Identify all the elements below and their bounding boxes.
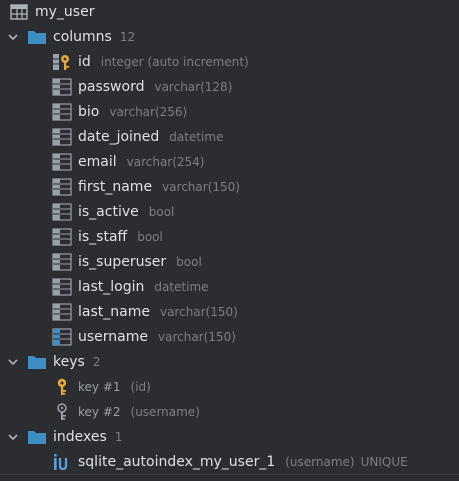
- column-name: bio: [78, 103, 100, 120]
- column-row-last-login[interactable]: last_login datetime: [0, 274, 459, 299]
- columns-group-node[interactable]: columns 12: [0, 24, 459, 49]
- column-type: bool: [176, 254, 202, 269]
- column-row-is-superuser[interactable]: is_superuser bool: [0, 249, 459, 274]
- column-type: varchar(254): [126, 154, 205, 169]
- unique-key-icon: [52, 402, 72, 421]
- folder-icon: [27, 28, 47, 46]
- column-icon: [52, 177, 72, 196]
- column-icon: [52, 77, 72, 96]
- keys-group-label: keys: [53, 353, 85, 370]
- column-type: varchar(128): [154, 79, 233, 94]
- indexed-column-icon: [52, 327, 72, 346]
- column-icon: [52, 302, 72, 321]
- column-icon: [52, 227, 72, 246]
- key-columns: (id): [130, 379, 151, 394]
- column-row-is-active[interactable]: is_active bool: [0, 199, 459, 224]
- column-name: first_name: [78, 178, 153, 195]
- chevron-down-icon[interactable]: [7, 356, 19, 368]
- folder-icon: [27, 428, 47, 446]
- key-name: key #2: [78, 404, 121, 419]
- column-row-first-name[interactable]: first_name varchar(150): [0, 174, 459, 199]
- column-name: username: [78, 328, 148, 345]
- table-icon: [9, 3, 29, 21]
- column-type: varchar(256): [109, 104, 188, 119]
- indexes-group-label: indexes: [53, 428, 107, 445]
- column-type: integer (auto increment): [100, 54, 249, 69]
- key-columns: (username): [130, 404, 200, 419]
- unique-index-icon: [52, 453, 72, 471]
- column-type: varchar(150): [162, 179, 240, 194]
- column-row-date-joined[interactable]: date_joined datetime: [0, 124, 459, 149]
- table-node-my-user[interactable]: my_user: [0, 0, 459, 24]
- column-icon: [52, 127, 72, 146]
- column-icon: [52, 152, 72, 171]
- column-row-bio[interactable]: bio varchar(256): [0, 99, 459, 124]
- column-name: email: [78, 153, 117, 170]
- column-name: date_joined: [78, 128, 160, 145]
- keys-count: 2: [92, 354, 101, 369]
- column-icon: [52, 277, 72, 296]
- column-type: datetime: [154, 279, 209, 294]
- key-row[interactable]: key #2 (username): [0, 399, 459, 424]
- column-name: last_login: [78, 278, 145, 295]
- column-row-password[interactable]: password varchar(128): [0, 74, 459, 99]
- indexes-group-node[interactable]: indexes 1: [0, 424, 459, 449]
- divider: [0, 474, 459, 475]
- column-type: datetime: [169, 129, 224, 144]
- chevron-down-icon[interactable]: [7, 431, 19, 443]
- index-columns: (username): [285, 454, 355, 469]
- column-name: is_staff: [78, 228, 128, 245]
- column-icon: [52, 202, 72, 221]
- column-name: id: [78, 53, 91, 70]
- column-name: password: [78, 78, 145, 95]
- column-row-email[interactable]: email varchar(254): [0, 149, 459, 174]
- primary-key-icon: [52, 378, 72, 396]
- chevron-down-icon[interactable]: [7, 31, 19, 43]
- column-row-last-name[interactable]: last_name varchar(150): [0, 299, 459, 324]
- column-icon: [52, 102, 72, 121]
- database-tree: my_user columns 12 id integer (auto incr…: [0, 0, 459, 481]
- column-icon: [52, 252, 72, 271]
- key-name: key #1: [78, 379, 121, 394]
- column-name: last_name: [78, 303, 150, 320]
- folder-icon: [27, 353, 47, 371]
- index-kind: UNIQUE: [360, 454, 408, 469]
- keys-group-node[interactable]: keys 2: [0, 349, 459, 374]
- index-name: sqlite_autoindex_my_user_1: [78, 453, 276, 470]
- column-row-id[interactable]: id integer (auto increment): [0, 49, 459, 74]
- column-row-username[interactable]: username varchar(150): [0, 324, 459, 349]
- column-type: varchar(150): [158, 329, 236, 344]
- column-row-is-staff[interactable]: is_staff bool: [0, 224, 459, 249]
- key-row[interactable]: key #1 (id): [0, 374, 459, 399]
- column-name: is_superuser: [78, 253, 167, 270]
- column-type: bool: [148, 204, 175, 219]
- column-type: varchar(150): [159, 304, 238, 319]
- indexes-count: 1: [114, 429, 123, 444]
- primary-key-column-icon: [52, 53, 72, 71]
- table-name: my_user: [35, 3, 95, 20]
- column-type: bool: [137, 229, 163, 244]
- index-row[interactable]: sqlite_autoindex_my_user_1 (username) UN…: [0, 449, 459, 474]
- columns-group-label: columns: [53, 28, 112, 45]
- column-name: is_active: [78, 203, 139, 220]
- columns-count: 12: [119, 29, 136, 44]
